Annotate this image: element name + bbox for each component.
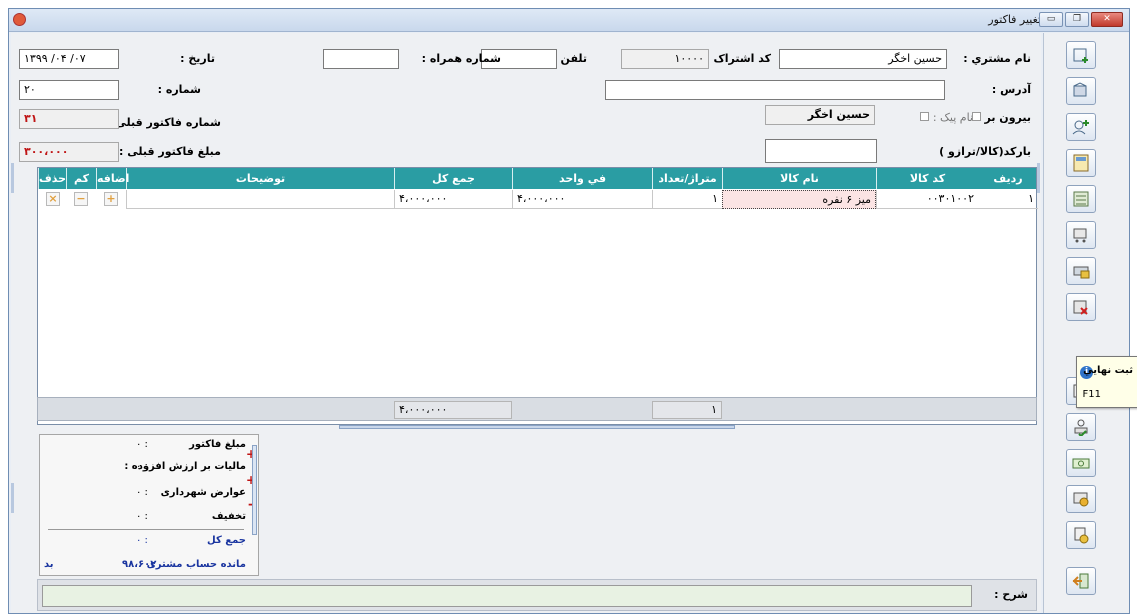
payment-icon[interactable] bbox=[1066, 485, 1096, 513]
summary-invoice-amount: مبلغ فاکتور ۰ : bbox=[136, 439, 246, 450]
outside-checkbox-label[interactable]: بيرون بر bbox=[969, 111, 1031, 124]
prev-invoice-amount-label: مبلغ فاکتور قبلی : bbox=[119, 145, 221, 158]
customer-label: نام مشتري : bbox=[963, 52, 1031, 65]
cell-code[interactable]: ۰۰۳۰۱۰۰۲ bbox=[876, 190, 978, 209]
box-icon[interactable] bbox=[1066, 77, 1096, 105]
col-unit-price[interactable]: في واحد bbox=[512, 168, 652, 189]
sharh-label: شرح : bbox=[994, 588, 1028, 601]
summary-vat: ماليات بر ارزش افزوده : ۰ : bbox=[124, 461, 246, 472]
balance-status: بد bbox=[44, 559, 54, 570]
number-input[interactable]: ۲۰ bbox=[19, 80, 119, 100]
number-label: شماره : bbox=[157, 83, 201, 96]
stamp-icon[interactable] bbox=[1066, 413, 1096, 441]
restore-button[interactable]: ❐ bbox=[1065, 12, 1089, 27]
invoice-items-grid[interactable]: رديف کد کالا نام کالا متراژ/تعداد في واح… bbox=[37, 167, 1038, 425]
col-total[interactable]: جمع کل bbox=[394, 168, 512, 189]
address-label: آدرس : bbox=[991, 83, 1031, 96]
checkbox-icon[interactable] bbox=[920, 112, 930, 121]
col-delete[interactable]: حذف bbox=[38, 168, 66, 189]
cell-total[interactable]: ۴،۰۰۰،۰۰۰ bbox=[394, 190, 512, 209]
summary-divider bbox=[48, 529, 244, 530]
customer-value: حسين اخگر bbox=[888, 52, 942, 65]
delete-icon[interactable]: × bbox=[46, 192, 60, 206]
sharh-area: شرح : bbox=[37, 579, 1037, 611]
col-qty[interactable]: متراژ/تعداد bbox=[652, 168, 722, 189]
delivery-icon[interactable] bbox=[1066, 521, 1096, 549]
new-customer-icon[interactable] bbox=[1066, 41, 1096, 69]
add-icon[interactable]: + bbox=[104, 192, 118, 206]
calculator-icon[interactable] bbox=[1066, 149, 1096, 177]
product-list-icon[interactable] bbox=[1066, 185, 1096, 213]
phone-label: تلفن : bbox=[552, 52, 587, 65]
barcode-label: بارکد(کالا/ترازو ) bbox=[939, 145, 1031, 158]
delete-invoice-icon[interactable] bbox=[1066, 293, 1096, 321]
subscription-field: ۱۰۰۰۰ bbox=[621, 49, 709, 69]
panel-splitter[interactable] bbox=[339, 425, 735, 429]
subscription-label: کد اشتراک : bbox=[705, 52, 771, 65]
checkbox-icon[interactable] bbox=[971, 112, 981, 121]
mobile-label: شماره همراه : bbox=[421, 52, 501, 65]
print-money-icon[interactable] bbox=[1066, 257, 1096, 285]
cell-unit-price[interactable]: ۴،۰۰۰،۰۰۰ bbox=[512, 190, 652, 209]
date-input[interactable]: ۱۳۹۹ /۰۴ /۰۷ bbox=[19, 49, 119, 69]
total-sum: ۴،۰۰۰،۰۰۰ bbox=[394, 401, 512, 419]
final-save-tooltip: i ثبت نهايي F11 bbox=[1076, 356, 1137, 408]
total-qty: ۱ bbox=[652, 401, 722, 419]
tooltip-title: ثبت نهايي bbox=[1083, 365, 1133, 376]
address-input[interactable] bbox=[605, 80, 945, 100]
window-title: تغيير فاكتور bbox=[988, 13, 1041, 26]
date-label: تاريخ : bbox=[180, 52, 215, 65]
col-minus[interactable]: کم bbox=[66, 168, 96, 189]
action-rail bbox=[1043, 33, 1129, 613]
minimize-button[interactable]: ▭ bbox=[1039, 12, 1063, 27]
cart-icon[interactable] bbox=[1066, 221, 1096, 249]
minus-icon[interactable]: − bbox=[74, 192, 88, 206]
customer-combo[interactable]: حسين اخگر bbox=[779, 49, 947, 69]
app-icon bbox=[13, 13, 26, 26]
cell-desc[interactable] bbox=[126, 190, 394, 209]
col-row[interactable]: رديف bbox=[978, 168, 1038, 189]
col-desc[interactable]: توضيحات bbox=[126, 168, 394, 189]
summary-municipal: عوارض شهرداری ۰ : bbox=[136, 487, 246, 498]
cell-row[interactable]: ۱ bbox=[978, 190, 1038, 209]
cell-qty[interactable]: ۱ bbox=[652, 190, 722, 209]
col-code[interactable]: کد کالا bbox=[876, 168, 978, 189]
add-person-icon[interactable] bbox=[1066, 113, 1096, 141]
close-button[interactable]: ✕ bbox=[1091, 12, 1123, 27]
title-bar: تغيير فاكتور ▭ ❐ ✕ bbox=[9, 9, 1129, 32]
summary-discount: تخفيف ۰ : bbox=[136, 511, 246, 522]
prev-invoice-number-label: شماره فاکتور قبلی : bbox=[107, 116, 221, 129]
summary-scrollbar[interactable] bbox=[252, 445, 257, 535]
tooltip-shortcut: F11 bbox=[1082, 389, 1101, 400]
exit-icon[interactable] bbox=[1066, 567, 1096, 595]
col-name[interactable]: نام کالا bbox=[722, 168, 876, 189]
prev-invoice-amount: ۳۰۰،۰۰۰ bbox=[19, 142, 119, 162]
left-splitter[interactable] bbox=[11, 163, 14, 193]
window-controls: ▭ ❐ ✕ bbox=[1039, 12, 1123, 27]
sharh-input[interactable] bbox=[42, 585, 972, 607]
mobile-input[interactable] bbox=[323, 49, 399, 69]
summary-balance: مانده حساب مشتری ۹۸،۶۰۲ بد bbox=[44, 559, 246, 570]
salesman-combo[interactable]: حسين اخگر bbox=[765, 105, 875, 125]
totals-row: ۴،۰۰۰،۰۰۰ ۱ bbox=[37, 397, 1037, 421]
summary-panel: مبلغ فاکتور ۰ : + ماليات بر ارزش افزوده … bbox=[39, 434, 259, 576]
left-splitter-bottom[interactable] bbox=[11, 483, 14, 513]
cell-name[interactable]: ميز ۶ نفره bbox=[722, 190, 876, 209]
cash-icon[interactable] bbox=[1066, 449, 1096, 477]
barcode-input[interactable] bbox=[765, 139, 877, 163]
summary-grand-total: جمع کل ۰ : bbox=[136, 535, 246, 546]
prev-invoice-number: ۳۱ bbox=[19, 109, 119, 129]
col-add[interactable]: اضافه bbox=[96, 168, 129, 189]
invoice-window: تغيير فاكتور ▭ ❐ ✕ نام مشتري : حسين اخگر… bbox=[8, 8, 1130, 614]
courier-label: نام پيک : bbox=[917, 111, 973, 124]
grid-header: رديف کد کالا نام کالا متراژ/تعداد في واح… bbox=[38, 168, 1036, 189]
